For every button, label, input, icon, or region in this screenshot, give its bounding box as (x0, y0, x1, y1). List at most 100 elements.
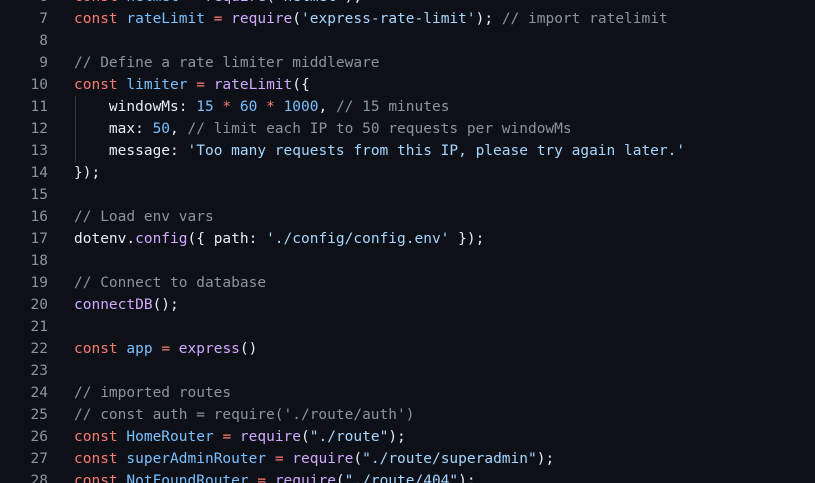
code-text[interactable]: const rateLimit = require('express-rate-… (74, 8, 815, 30)
code-text[interactable]: const helmet = require('helmet'); (74, 0, 815, 8)
code-editor[interactable]: 6const helmet = require('helmet');7const… (0, 0, 815, 483)
line-number: 23 (30, 363, 48, 379)
line-number: 21 (30, 319, 48, 335)
code-line[interactable]: 8 (0, 30, 815, 52)
code-line[interactable]: 27 const superAdminRouter = require("./ro… (0, 448, 815, 470)
gutter-gap (48, 294, 74, 316)
code-token: ); (536, 451, 555, 467)
indent-guide (75, 96, 76, 118)
code-text[interactable]: const NotFoundRouter = require("./route/… (74, 470, 815, 483)
code-text[interactable]: windowMs: 15 * 60 * 1000, // 15 minutes (74, 96, 815, 118)
line-number: 9 (39, 55, 48, 71)
code-text[interactable]: // imported routes (74, 382, 815, 404)
code-text[interactable]: }); (74, 162, 815, 184)
code-line[interactable]: 10 const limiter = rateLimit({ (0, 74, 815, 96)
code-line[interactable]: 24 // imported routes (0, 382, 815, 404)
code-line[interactable]: 28 const NotFoundRouter = require("./rout… (0, 470, 815, 483)
code-line[interactable]: 19 // Connect to database (0, 272, 815, 294)
code-line[interactable]: 18 (0, 250, 815, 272)
code-text[interactable]: dotenv.config({ path: './config/config.e… (74, 228, 815, 250)
line-number: 25 (30, 407, 48, 423)
code-line[interactable]: 6 const helmet = require('helmet'); (0, 0, 815, 8)
code-text[interactable]: // Define a rate limiter middleware (74, 52, 815, 74)
code-token: ( (301, 429, 310, 445)
gutter-gap (48, 74, 74, 96)
code-token: connectDB (74, 297, 153, 313)
code-text[interactable]: connectDB(); (74, 294, 815, 316)
gutter-gap (48, 162, 74, 184)
code-line[interactable]: 13 message: 'Too many requests from this… (0, 140, 815, 162)
code-line[interactable]: 12 max: 50, // limit each IP to 50 reque… (0, 118, 815, 140)
code-text[interactable]: // Load env vars (74, 206, 815, 228)
code-text[interactable] (74, 250, 815, 272)
code-text[interactable]: const superAdminRouter = require("./rout… (74, 448, 815, 470)
code-line[interactable]: 21 (0, 316, 815, 338)
code-token: , (170, 121, 188, 137)
gutter-gap (48, 184, 74, 206)
line-number: 27 (30, 451, 48, 467)
code-line[interactable]: 22 const app = express() (0, 338, 815, 360)
code-line[interactable]: 23 (0, 360, 815, 382)
code-token: ({ path: (187, 231, 267, 247)
code-token: * (222, 99, 232, 115)
code-token: limiter (126, 77, 188, 93)
code-line[interactable]: 11 windowMs: 15 * 60 * 1000, // 15 minut… (0, 96, 815, 118)
code-token: helmet (126, 0, 178, 5)
code-token: () (239, 341, 258, 357)
code-token: * (266, 99, 275, 115)
code-token: windowMs: (74, 99, 197, 115)
line-number: 13 (30, 143, 48, 159)
code-text[interactable]: max: 50, // limit each IP to 50 requests… (74, 118, 815, 140)
code-text[interactable]: message: 'Too many requests from this IP… (74, 140, 815, 162)
code-token: ); (388, 429, 406, 445)
code-token: // import ratelimit (501, 11, 668, 27)
code-text[interactable]: // const auth = require('./route/auth') (74, 404, 815, 426)
code-token: 60 (239, 99, 258, 115)
line-number: 16 (30, 209, 48, 225)
code-line[interactable]: 17 dotenv.config({ path: './config/config… (0, 228, 815, 250)
code-token: require (205, 0, 266, 5)
code-text[interactable]: const limiter = rateLimit({ (74, 74, 815, 96)
code-text[interactable]: const HomeRouter = require("./route"); (74, 426, 815, 448)
code-token: express (178, 341, 240, 357)
code-token: }); (449, 231, 485, 247)
indent-guide (75, 140, 76, 162)
code-line[interactable]: 7 const rateLimit = require('express-rate… (0, 8, 815, 30)
code-text[interactable]: // Connect to database (74, 272, 815, 294)
code-line[interactable]: 15 (0, 184, 815, 206)
code-token: app (126, 341, 153, 357)
code-text[interactable] (74, 360, 815, 382)
code-line[interactable]: 26 const HomeRouter = require("./route"); (0, 426, 815, 448)
code-token: NotFoundRouter (126, 473, 249, 483)
code-line[interactable]: 20 connectDB(); (0, 294, 815, 316)
code-text[interactable] (74, 30, 815, 52)
gutter-gap (48, 426, 74, 448)
code-line[interactable]: 16 // Load env vars (0, 206, 815, 228)
gutter-gap (48, 316, 74, 338)
line-number: 20 (30, 297, 48, 313)
code-text[interactable] (74, 316, 815, 338)
code-token: = (274, 451, 284, 467)
code-line[interactable]: 14}); (0, 162, 815, 184)
code-token: ( (353, 451, 363, 467)
gutter-gap (48, 404, 74, 426)
code-line[interactable]: 25 // const auth = require('./route/auth'… (0, 404, 815, 426)
code-text[interactable]: const app = express() (74, 338, 815, 360)
line-number: 14 (30, 165, 48, 181)
code-line[interactable]: 9 // Define a rate limiter middleware (0, 52, 815, 74)
code-text[interactable] (74, 184, 815, 206)
code-token: // Load env vars (74, 209, 214, 225)
code-token: // Connect to database (74, 275, 267, 291)
code-token: dotenv. (74, 231, 136, 247)
code-token: = (222, 429, 232, 445)
gutter-gap (48, 272, 74, 294)
